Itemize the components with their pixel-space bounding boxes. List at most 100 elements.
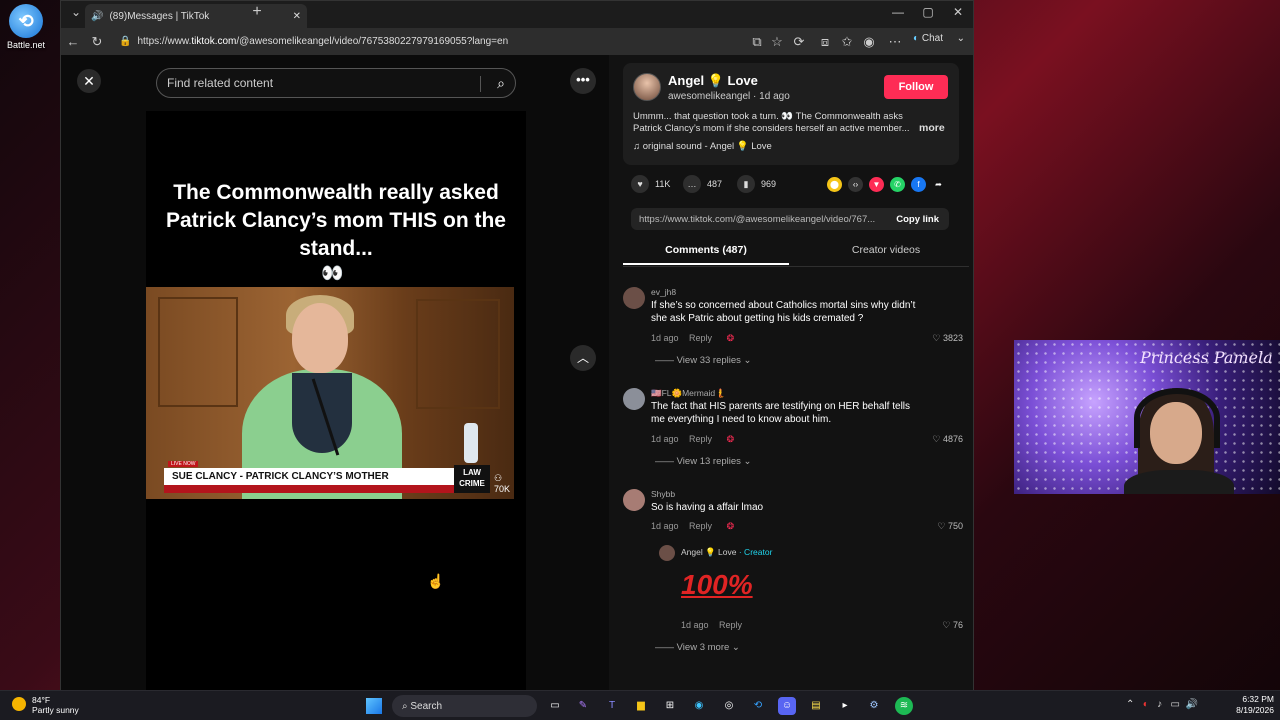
battlenet-desktop-shortcut[interactable]: ⟲ Battle.net	[4, 4, 48, 50]
volume-icon[interactable]: 🔊	[1185, 699, 1197, 710]
battlenet-taskbar-icon[interactable]: ⟲	[749, 697, 767, 715]
comment-like[interactable]: ♡ 4876	[932, 434, 963, 445]
like-count: 11K	[655, 179, 671, 189]
taskbar-search[interactable]: ⌕ Search	[392, 695, 537, 717]
split-screen-icon[interactable]: ⧈	[813, 34, 837, 50]
microphone-icon[interactable]: ♪	[1157, 699, 1162, 710]
sound-label: original sound - Angel 💡 Love	[642, 141, 772, 152]
embed-icon[interactable]: ‹›	[848, 177, 863, 192]
reply-button[interactable]: Reply	[689, 333, 712, 343]
favorites-icon[interactable]: ✩	[835, 34, 859, 50]
commenter-name[interactable]: 🇺🇸FL🌼Mermaid🧜	[651, 388, 726, 399]
obs-icon[interactable]: ◎	[720, 697, 738, 715]
profile-avatar-icon[interactable]: ◉	[857, 34, 881, 50]
comment-action[interactable]: … 487	[683, 175, 722, 193]
creator-name[interactable]: Angel 💡 Love	[681, 547, 736, 557]
comment-item: ev_jh8 If she’s so concerned about Catho…	[623, 287, 967, 367]
author-name[interactable]: Angel 💡 Love	[668, 73, 758, 89]
copy-link-button[interactable]: Copy link	[896, 214, 939, 225]
network-icon[interactable]: ▭	[1170, 699, 1179, 710]
extension-icon[interactable]: ⟳	[787, 34, 811, 50]
chevron-up-icon[interactable]: ⌃	[1126, 699, 1134, 710]
commenter-name[interactable]: Shybb	[651, 489, 675, 499]
back-icon[interactable]: ←	[61, 34, 85, 49]
start-button-icon[interactable]	[366, 698, 382, 714]
commenter-avatar[interactable]	[623, 388, 645, 410]
copilot-chat-button[interactable]: ◐ Chat	[913, 33, 943, 44]
maximize-button[interactable]: ▢	[913, 5, 943, 23]
author-avatar[interactable]	[633, 73, 661, 101]
copilot-app-icon[interactable]: ✎	[574, 697, 592, 715]
comment-meta: 1d ago Reply ❂	[651, 434, 734, 445]
comment-text: If she’s so concerned about Catholics mo…	[651, 300, 916, 324]
video-frame[interactable]: The Commonwealth really asked Patrick Cl…	[146, 111, 526, 691]
taskbar-clock[interactable]: 6:32 PM 8/19/2026	[1226, 694, 1274, 716]
comment-like[interactable]: ♡ 750	[937, 521, 963, 532]
save-action[interactable]: ▮ 969	[737, 175, 776, 193]
commenter-name[interactable]: ev_jh8	[651, 287, 676, 297]
reply-like[interactable]: ♡ 76	[942, 620, 963, 631]
author-handle[interactable]: awesomelikeangel	[668, 91, 750, 102]
reply-button[interactable]: Reply	[719, 620, 742, 630]
search-icon[interactable]: ⌕	[497, 75, 505, 92]
comment-text: The fact that HIS parents are testifying…	[651, 401, 911, 425]
tab-comments[interactable]: Comments (487)	[623, 239, 789, 265]
more-menu-icon[interactable]: ⋯	[883, 34, 907, 50]
previous-video-button[interactable]: ︿	[570, 345, 596, 371]
commenter-avatar[interactable]	[623, 489, 645, 511]
search-divider	[480, 76, 481, 92]
close-window-button[interactable]: ✕	[943, 5, 973, 23]
tab-bar: ⌄ 🔊 (89)Messages | TikTok ✕ + — ▢ ✕	[61, 1, 973, 28]
send-icon[interactable]: ▼	[869, 177, 884, 192]
app-tray-icon[interactable]: ◐	[1143, 699, 1149, 710]
view-replies-button[interactable]: —— View 33 replies ⌄	[655, 355, 752, 366]
wood-panel-right	[416, 299, 500, 409]
close-tab-icon[interactable]: ✕	[293, 11, 301, 22]
coin-icon[interactable]: ⬤	[827, 177, 842, 192]
browser-tab-tiktok[interactable]: 🔊 (89)Messages | TikTok ✕	[85, 4, 307, 28]
sound-link[interactable]: ♫ original sound - Angel 💡 Love	[633, 141, 772, 152]
discord-icon[interactable]: ☺	[778, 697, 796, 715]
edge-icon[interactable]: ◉	[690, 697, 708, 715]
reply-button[interactable]: Reply	[689, 521, 712, 531]
creator-avatar[interactable]	[659, 545, 675, 561]
view-more-replies-button[interactable]: —— View 3 more ⌄	[655, 642, 740, 653]
description-more-link[interactable]: more	[919, 122, 945, 134]
share-arrow-icon[interactable]: ➦	[931, 177, 946, 192]
task-view-icon[interactable]: ▭	[546, 697, 564, 715]
close-video-button[interactable]: ✕	[77, 69, 101, 93]
view-replies-button[interactable]: —— View 13 replies ⌄	[655, 456, 752, 467]
reply-button[interactable]: Reply	[689, 434, 712, 444]
partly-sunny-icon	[12, 697, 26, 711]
chat-dropdown-icon[interactable]: ⌄	[957, 33, 965, 44]
file-explorer-icon[interactable]: ▆	[632, 697, 650, 715]
steam-icon[interactable]: ⚙	[865, 697, 883, 715]
follow-button[interactable]: Follow	[884, 75, 948, 99]
teams-icon[interactable]: T	[603, 697, 621, 715]
like-action[interactable]: ♥ 11K	[631, 175, 670, 193]
terminal-icon[interactable]: ▸	[836, 697, 854, 715]
facebook-icon[interactable]: f	[911, 177, 926, 192]
commenter-avatar[interactable]	[623, 287, 645, 309]
taskbar-search-label: Search	[410, 700, 443, 712]
search-icon: ⌕	[402, 700, 411, 712]
comment-like[interactable]: ♡ 3823	[932, 333, 963, 344]
url-domain: tiktok.com	[191, 36, 237, 47]
heart-outline-icon: ♡	[932, 434, 943, 444]
bookmark-icon: ▮	[737, 175, 755, 193]
minimize-button[interactable]: —	[883, 5, 913, 23]
notes-icon[interactable]: ▤	[807, 697, 825, 715]
whatsapp-icon[interactable]: ✆	[890, 177, 905, 192]
store-icon[interactable]: ⊞	[661, 697, 679, 715]
refresh-icon[interactable]: ↻	[85, 34, 109, 50]
related-search-field[interactable]: Find related content ⌕	[156, 68, 516, 98]
new-tab-button[interactable]: +	[245, 3, 269, 21]
tab-creator-videos[interactable]: Creator videos	[803, 239, 969, 261]
spotify-icon[interactable]: ≋	[895, 697, 913, 715]
post-time: 1d ago	[759, 91, 790, 102]
person-icon: ⚇	[494, 473, 503, 483]
favorite-star-icon[interactable]: ☆	[765, 34, 789, 50]
url-field[interactable]: 🔒 https://www. tiktok.com/@awesomelikeang…	[111, 32, 741, 51]
more-options-button[interactable]: •••	[570, 68, 596, 94]
save-count: 969	[761, 179, 777, 189]
